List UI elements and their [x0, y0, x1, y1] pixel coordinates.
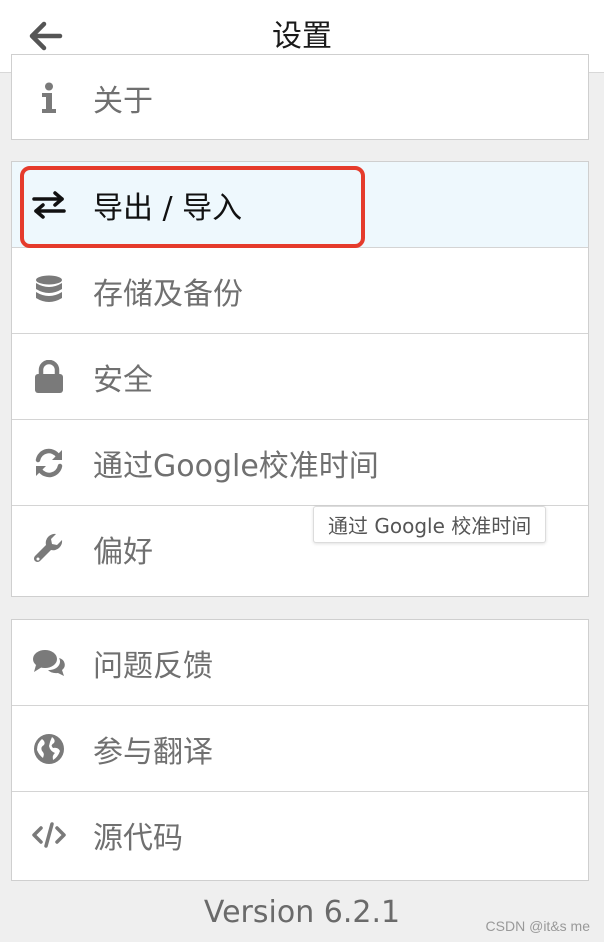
wrench-icon	[32, 532, 66, 566]
settings-item-storage-backup[interactable]: 存储及备份	[12, 248, 588, 334]
settings-item-label: 导出 / 导入	[93, 190, 243, 226]
settings-item-label: 关于	[93, 84, 153, 119]
settings-item-label: 偏好	[93, 535, 153, 570]
sync-icon	[32, 446, 66, 480]
settings-item-about[interactable]: 关于	[12, 55, 588, 141]
settings-item-label: 通过Google校准时间	[93, 448, 379, 484]
database-icon	[32, 274, 66, 308]
info-icon	[32, 81, 66, 115]
exchange-icon	[32, 188, 66, 222]
comments-icon	[32, 646, 66, 680]
settings-item-google-time-sync[interactable]: 通过Google校准时间	[12, 420, 588, 506]
settings-item-label: 安全	[93, 362, 153, 398]
settings-item-feedback[interactable]: 问题反馈	[12, 620, 588, 706]
settings-item-export-import[interactable]: 导出 / 导入	[12, 162, 588, 248]
settings-item-source-code[interactable]: 源代码	[12, 792, 588, 878]
settings-item-security[interactable]: 安全	[12, 334, 588, 420]
settings-item-label: 参与翻译	[93, 734, 213, 770]
globe-icon	[32, 732, 66, 766]
settings-item-translate[interactable]: 参与翻译	[12, 706, 588, 792]
tooltip: 通过 Google 校准时间	[313, 506, 547, 543]
lock-icon	[32, 359, 66, 394]
settings-group-community: 问题反馈 参与翻译 源代码	[11, 619, 589, 881]
settings-item-label: 问题反馈	[93, 648, 213, 684]
code-icon	[32, 818, 66, 852]
settings-group-about: 关于	[11, 54, 589, 140]
settings-item-label: 源代码	[93, 821, 183, 856]
watermark: CSDN @it&s me	[485, 918, 590, 934]
settings-item-label: 存储及备份	[93, 276, 243, 312]
